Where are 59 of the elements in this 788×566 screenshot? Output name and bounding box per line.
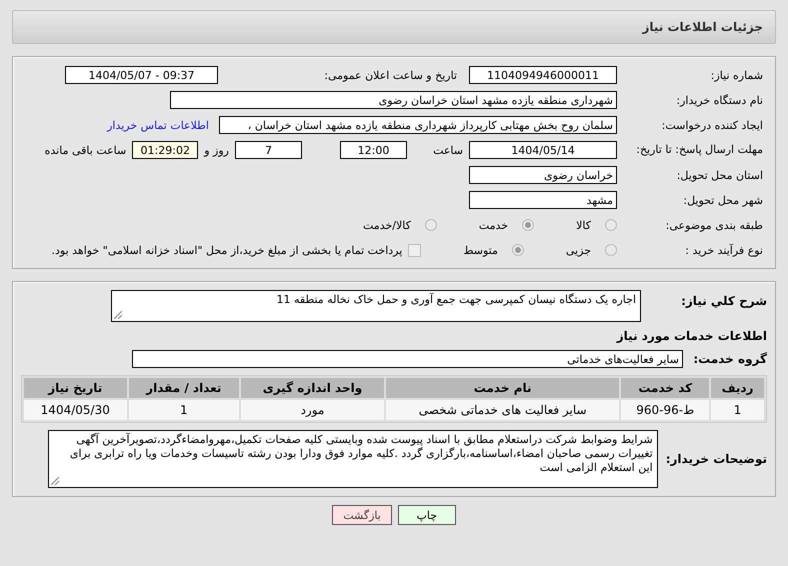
column-header: نام خدمت: [386, 378, 620, 398]
section-title: اطلاعات خدمات مورد نیاز: [616, 329, 767, 343]
buyer-notes-field: شرایط وضوابط شرکت دراستعلام مطابق با اسناد پیوست شده وبایستی کلیه صفحات تکمیل،مهروامضاءگردد،تصویرآخرین آگهی تغییرات رسمی صاحبان امضاء،اساسنامه،بارگزاری گردد .کلیه موارد فوق ودارا بودن رشته تاسیسات وخدمات ویا راه ترابری برای این استعلام الزامی است: [48, 430, 658, 488]
creator-field: سلمان روح بخش مهتابی کارپرداز شهرداری منطقه یازده مشهد استان خراسان ،: [219, 116, 617, 134]
radio-label: کالا: [576, 218, 591, 232]
buyer-contact-link[interactable]: اطلاعات تماس خریدار: [107, 118, 209, 132]
radio-button[interactable]: [522, 219, 534, 231]
field-label: شرح کلي نياز:: [680, 293, 767, 308]
field-label: تاریخ و ساعت اعلان عمومی:: [323, 68, 458, 82]
column-header: تعداد / مقدار: [128, 378, 240, 398]
checkbox-label: پرداخت تمام یا بخشی از مبلغ خرید،از محل "اسناد خزانه اسلامی" خواهد بود.: [52, 244, 402, 256]
field-label: نوع فرآیند خرید :: [684, 244, 764, 256]
column-header: ردیف: [711, 378, 764, 398]
radio-button[interactable]: [605, 219, 617, 231]
buyer-field: شهرداری منطقه یازده مشهد استان خراسان رضوی: [170, 91, 617, 109]
checkbox[interactable]: [408, 244, 422, 256]
field-label: شماره نیاز:: [710, 68, 764, 82]
radio-button[interactable]: [512, 244, 524, 256]
column-header: واحد اندازه گیری: [241, 378, 384, 398]
column-header: کد خدمت: [621, 378, 710, 398]
radio-label: خدمت: [478, 218, 508, 232]
field-label: روز و: [204, 144, 229, 156]
deadline-time-field: 12:00: [340, 141, 407, 159]
field-label: ساعت: [432, 144, 463, 156]
field-label: شهر محل تحویل:: [682, 194, 764, 206]
radio-button[interactable]: [424, 219, 437, 231]
service-group-field: سایر فعالیت‌های خدماتی: [132, 350, 683, 368]
province-field: خراسان رضوی: [469, 166, 617, 184]
field-label: توضیحات خریدار:: [666, 452, 767, 466]
table-cell: سایر فعالیت های خدماتی شخصی: [386, 400, 620, 420]
need-number-field: 1104094946000011: [469, 66, 617, 84]
field-label: استان محل تحویل:: [676, 168, 764, 182]
radio-label: کالا/خدمت: [363, 218, 411, 232]
field-label: نام دستگاه خریدار:: [675, 94, 764, 106]
table-cell: 1: [711, 400, 764, 420]
field-label: گروه خدمت:: [692, 352, 767, 366]
radio-label: متوسط: [463, 244, 498, 256]
back-button[interactable]: بازگشت: [332, 505, 392, 525]
radio-button[interactable]: [605, 244, 617, 256]
resize-icon[interactable]: [114, 311, 122, 319]
resize-icon[interactable]: [50, 477, 59, 485]
field-label: ساعت باقی مانده: [44, 144, 126, 156]
table-cell: مورد: [241, 400, 384, 420]
deadline-date-field: 1404/05/14: [469, 141, 617, 159]
field-label: طبقه بندی موضوعی:: [664, 218, 764, 232]
radio-label: جزیی: [566, 244, 591, 256]
description-field: اجاره یک دستگاه نیسان کمپرسی جهت جمع آوری و حمل خاک نخاله منطقه 11: [111, 290, 641, 322]
page-title: جزئیات اطلاعات نیاز: [642, 20, 763, 34]
table-cell: ط-96-960: [621, 400, 710, 420]
announce-date-field: 1404/05/07 - 09:37: [65, 66, 218, 84]
column-header: تاریخ نیاز: [24, 378, 127, 398]
print-button[interactable]: چاپ: [398, 505, 456, 525]
remaining-time-field: 01:29:02: [132, 141, 198, 159]
days-field: 7: [235, 141, 302, 159]
city-field: مشهد: [469, 191, 617, 209]
field-label: مهلت ارسال پاسخ: تا تاریخ:: [635, 143, 764, 157]
field-label: ایجاد کننده درخواست:: [660, 118, 764, 132]
table-cell: 1: [128, 400, 240, 420]
table-cell: 1404/05/30: [24, 400, 127, 420]
